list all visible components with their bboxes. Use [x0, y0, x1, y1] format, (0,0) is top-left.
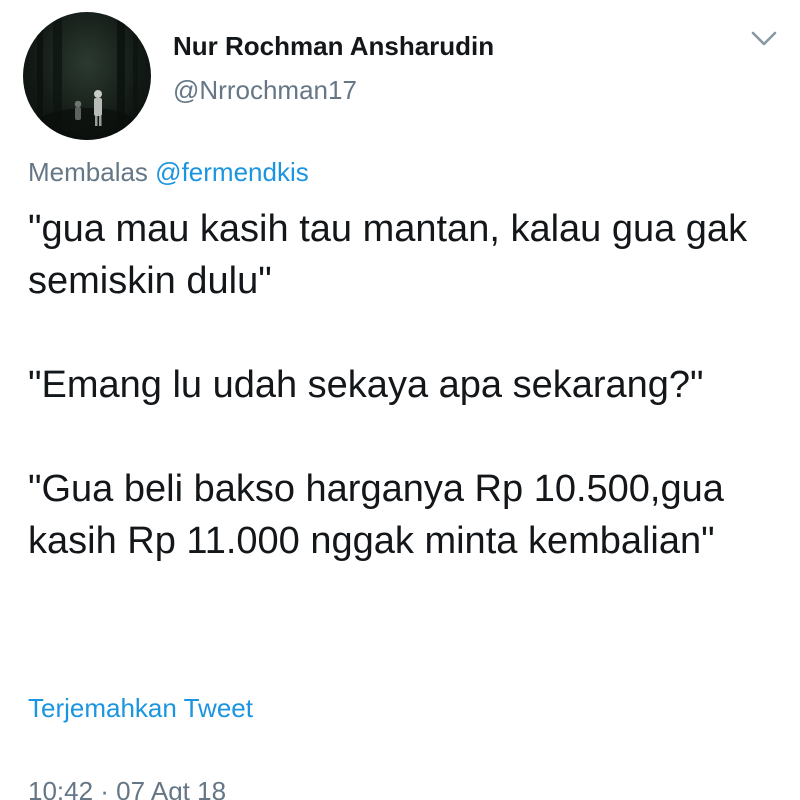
profile-photo-icon — [37, 12, 138, 140]
tweet-card: Nur Rochman Ansharudin @Nrrochman17 Memb… — [0, 0, 800, 800]
chevron-down-icon[interactable] — [749, 28, 779, 50]
tweet-text: "gua mau kasih tau mantan, kalau gua gak… — [28, 203, 773, 567]
reply-prefix: Membalas — [28, 157, 148, 187]
avatar[interactable] — [23, 12, 151, 140]
tweet-paragraph: "gua mau kasih tau mantan, kalau gua gak… — [28, 208, 748, 302]
tweet-paragraph: "Emang lu udah sekaya apa sekarang?" — [28, 364, 704, 406]
reply-context: Membalas @fermendkis — [28, 157, 309, 188]
display-name[interactable]: Nur Rochman Ansharudin — [173, 33, 494, 59]
reply-mention-link[interactable]: @fermendkis — [155, 157, 309, 187]
tweet-paragraph: "Gua beli bakso harganya Rp 10.500,gua k… — [28, 468, 724, 562]
translate-tweet-link[interactable]: Terjemahkan Tweet — [28, 693, 253, 724]
user-handle[interactable]: @Nrrochman17 — [173, 77, 357, 103]
tweet-timestamp[interactable]: 10:42 · 07 Agt 18 — [28, 776, 226, 800]
